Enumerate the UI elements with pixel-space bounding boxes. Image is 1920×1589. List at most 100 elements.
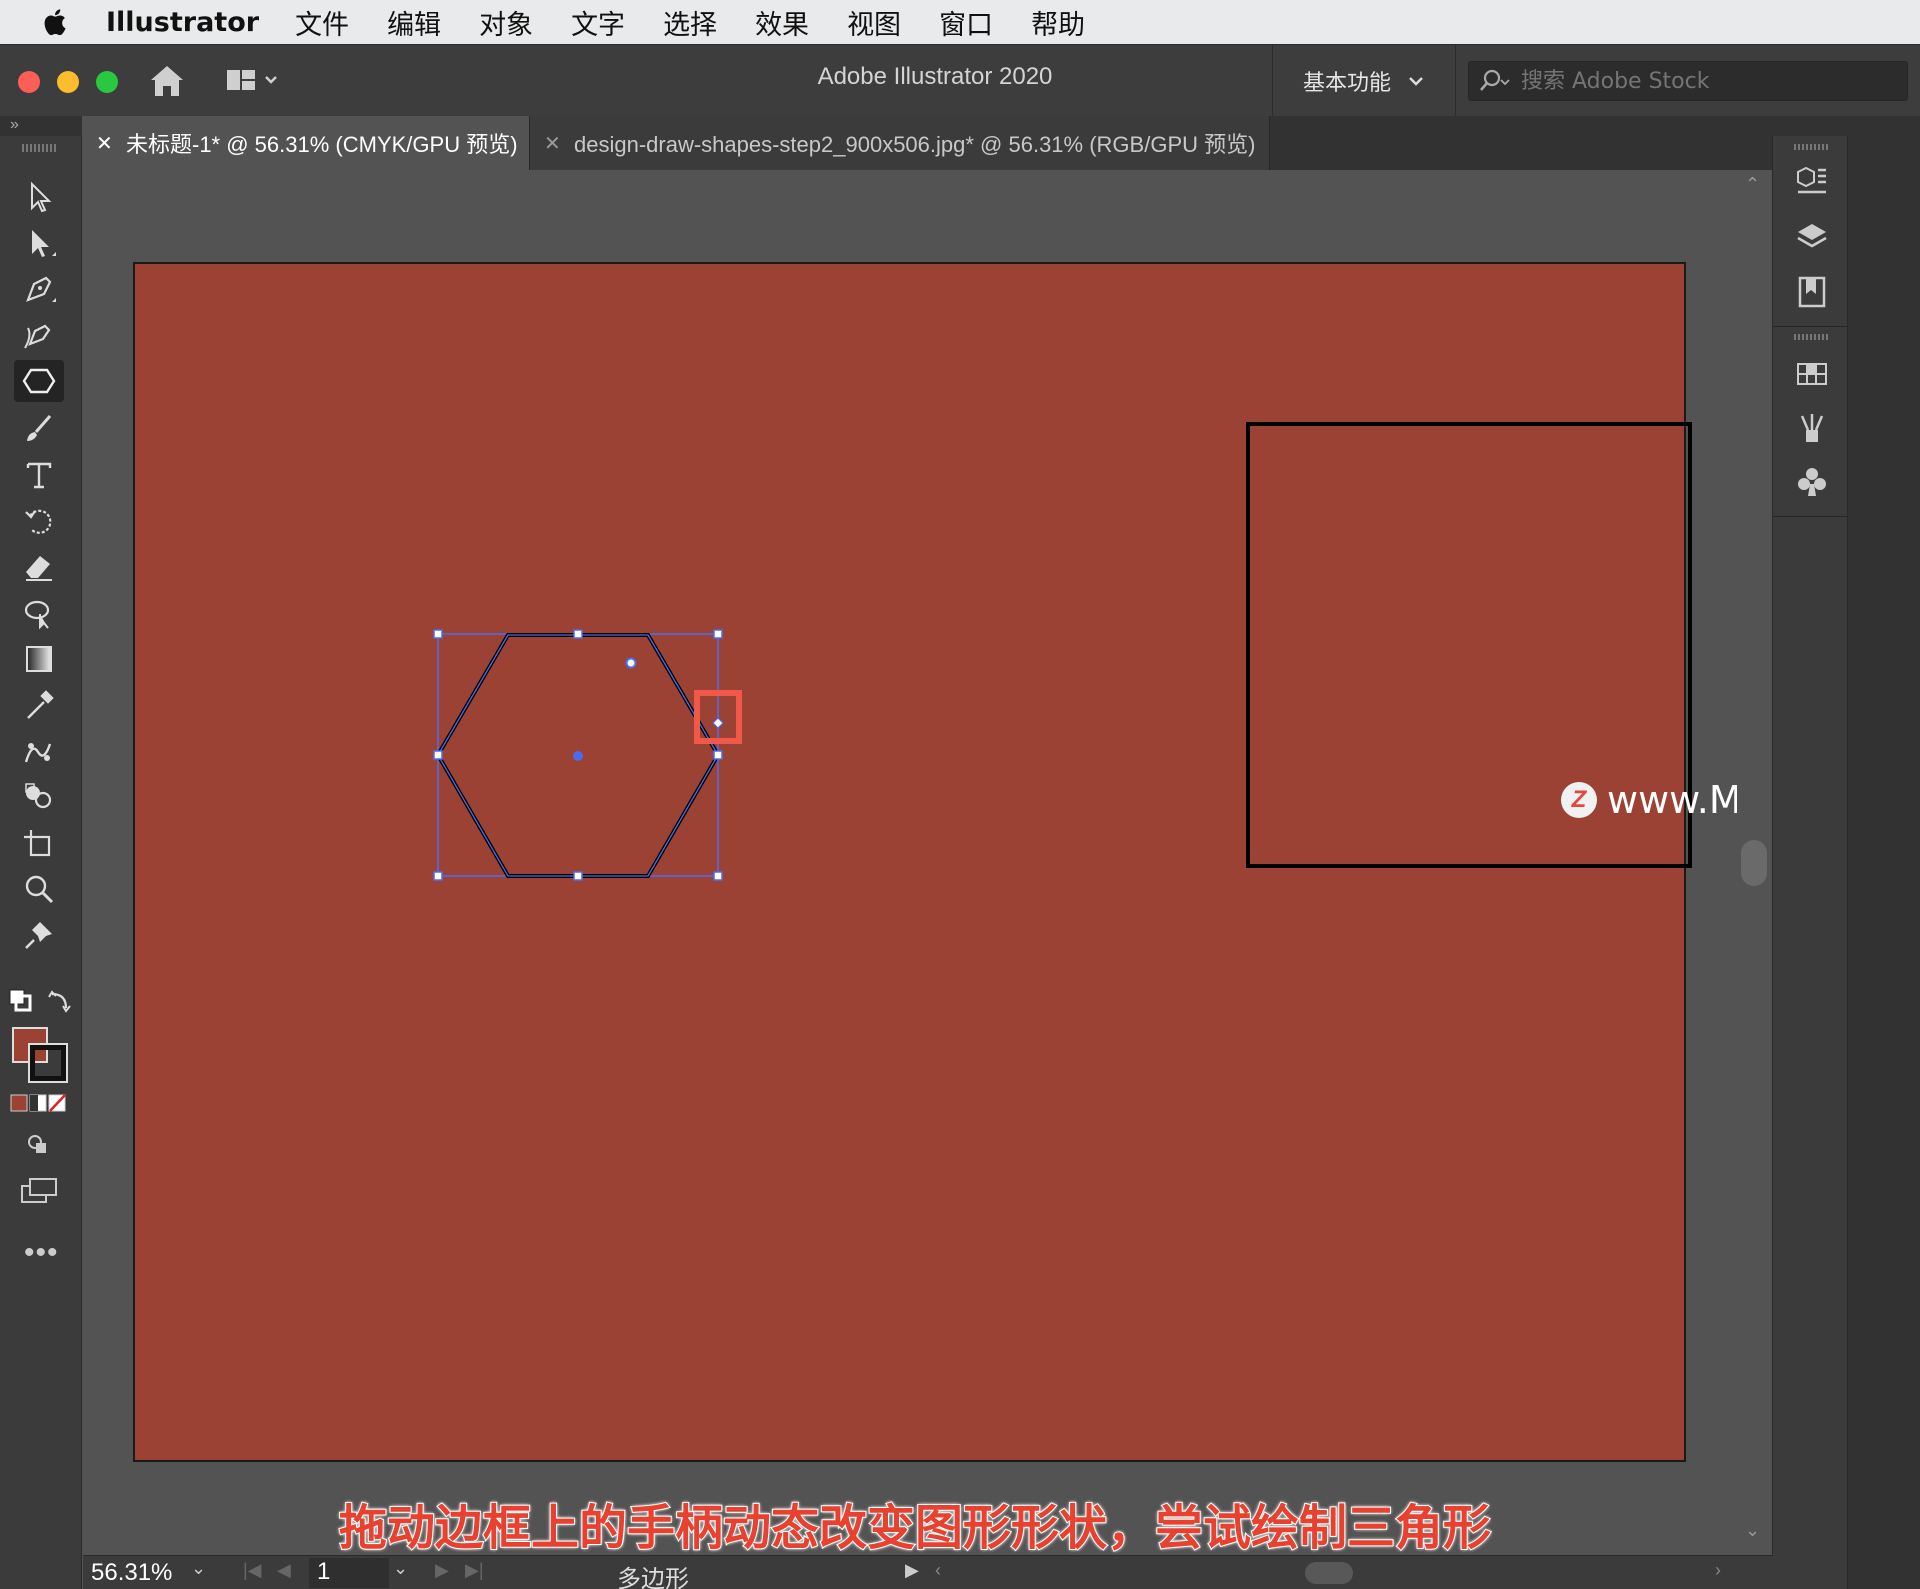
- color-mode-buttons[interactable]: [10, 1094, 66, 1112]
- curvature-pen-icon: [24, 324, 51, 349]
- shape-builder-tool[interactable]: [14, 776, 64, 818]
- scroll-up-icon[interactable]: ⌃: [1745, 174, 1760, 195]
- menu-effect[interactable]: 效果: [755, 3, 809, 42]
- close-tab-icon[interactable]: ✕: [96, 131, 126, 156]
- illustrator-window: Illustrator 文件 编辑 对象 文字 选择 效果 视图 窗口 帮助 A…: [0, 0, 1920, 1589]
- selection-tool[interactable]: [14, 176, 64, 218]
- apple-icon[interactable]: [40, 7, 68, 37]
- artboard-icon: [24, 830, 51, 857]
- zoom-dropdown-icon[interactable]: ⌄: [191, 1558, 219, 1588]
- first-artboard-icon[interactable]: |◀: [243, 1560, 262, 1581]
- handle-bottom-left[interactable]: [433, 871, 443, 881]
- eyedropper-tool[interactable]: [14, 684, 64, 726]
- draw-mode-icon[interactable]: [24, 1130, 52, 1158]
- vertical-scroll-thumb[interactable]: [1741, 840, 1767, 886]
- symbols-club-icon[interactable]: [1792, 462, 1832, 502]
- workspace-switcher[interactable]: 基本功能: [1272, 45, 1457, 117]
- stroke-color-swatch[interactable]: [28, 1043, 68, 1083]
- handle-bottom-middle[interactable]: [573, 871, 583, 881]
- screen-mode-icon[interactable]: [20, 1176, 58, 1206]
- swap-fill-stroke-icon[interactable]: [46, 988, 72, 1014]
- rotate-tool[interactable]: [14, 500, 64, 542]
- eraser-tool[interactable]: [14, 546, 64, 588]
- handle-top-middle[interactable]: [573, 629, 583, 639]
- menu-object[interactable]: 对象: [479, 3, 533, 42]
- swatches-icon[interactable]: [1792, 354, 1832, 394]
- tab-label: 未标题-1* @ 56.31% (CMYK/GPU 预览): [126, 132, 518, 157]
- menu-window[interactable]: 窗口: [939, 3, 993, 42]
- macz-logo-icon: Z: [1561, 782, 1597, 818]
- tutorial-caption: 拖动边框上的手柄动态改变图形形状，尝试绘制三角形: [338, 1499, 1492, 1555]
- menu-type[interactable]: 文字: [571, 3, 625, 42]
- blend-tool[interactable]: [14, 730, 64, 772]
- previous-artboard-icon[interactable]: ◀: [277, 1560, 291, 1581]
- menu-view[interactable]: 视图: [847, 3, 901, 42]
- blend-icon: [24, 743, 52, 763]
- paintbrush-tool[interactable]: [14, 408, 64, 450]
- scroll-left-icon[interactable]: ‹: [935, 1560, 941, 1581]
- handle-middle-left[interactable]: [433, 750, 443, 760]
- menu-app-name[interactable]: Illustrator: [106, 7, 259, 38]
- selection-arrow-icon: [31, 181, 52, 213]
- next-artboard-icon[interactable]: ▶: [435, 1560, 449, 1581]
- puppet-warp-tool[interactable]: [14, 592, 64, 634]
- brushes-icon[interactable]: [1792, 408, 1832, 448]
- polygon-sides-widget[interactable]: [712, 717, 724, 729]
- window-titlebar: Adobe Illustrator 2020 基本功能: [0, 44, 1920, 117]
- tab-design-draw-shapes[interactable]: ✕ design-draw-shapes-step2_900x506.jpg* …: [530, 116, 1270, 170]
- tab-untitled-1[interactable]: ✕ 未标题-1* @ 56.31% (CMYK/GPU 预览): [82, 116, 530, 170]
- center-point: [573, 751, 583, 761]
- close-tab-icon[interactable]: ✕: [544, 131, 574, 156]
- tab-label: design-draw-shapes-step2_900x506.jpg* @ …: [574, 132, 1256, 157]
- menu-edit[interactable]: 编辑: [387, 3, 441, 42]
- zoom-level[interactable]: 56.31%: [91, 1559, 191, 1587]
- pin-tool[interactable]: [14, 914, 64, 956]
- zoom-tool[interactable]: [14, 868, 64, 910]
- handle-top-right[interactable]: [713, 629, 723, 639]
- handle-middle-right[interactable]: [713, 750, 723, 760]
- layers-icon[interactable]: [1792, 218, 1832, 258]
- polygon-tool[interactable]: [14, 360, 64, 402]
- menu-bar: Illustrator 文件 编辑 对象 文字 选择 效果 视图 窗口 帮助: [0, 0, 1920, 44]
- vertical-scrollbar[interactable]: ⌃ ⌄: [1737, 170, 1773, 1555]
- dock-grip[interactable]: [1794, 334, 1830, 340]
- handle-bottom-right[interactable]: [713, 871, 723, 881]
- artboard-number-field[interactable]: 1: [309, 1558, 389, 1588]
- gradient-tool[interactable]: [14, 638, 64, 680]
- curvature-tool[interactable]: [14, 314, 64, 356]
- libraries-icon[interactable]: [1792, 272, 1832, 312]
- canvas[interactable]: Z www.MacZ.com 拖动边框上的手柄动态改变图形形状，尝试绘制三角形: [83, 170, 1773, 1555]
- scroll-right-icon[interactable]: ›: [1715, 1560, 1721, 1581]
- current-tool-label: 多边形: [617, 1566, 689, 1589]
- pen-tool[interactable]: [14, 268, 64, 310]
- stock-search-input[interactable]: [1521, 68, 1901, 94]
- type-tool[interactable]: [14, 454, 64, 496]
- dock-grip[interactable]: [1794, 144, 1830, 150]
- tools-panel: •••: [0, 136, 82, 1589]
- status-bar: 56.31% ⌄ |◀ ◀ 1 ⌄ ▶ ▶| 多边形 ▶ ‹ ›: [83, 1555, 1773, 1589]
- toolbar-grip[interactable]: [22, 144, 58, 152]
- selection-overlay: [433, 629, 742, 881]
- menu-select[interactable]: 选择: [663, 3, 717, 42]
- horizontal-scroll-thumb[interactable]: [1305, 1562, 1353, 1584]
- more-tools-icon[interactable]: •••: [24, 1236, 59, 1270]
- status-menu-icon[interactable]: ▶: [905, 1560, 919, 1581]
- properties-icon[interactable]: [1792, 162, 1832, 202]
- paintbrush-icon: [27, 415, 52, 441]
- adobe-stock-search[interactable]: [1468, 61, 1908, 101]
- document-tabbar: » « ✕ 未标题-1* @ 56.31% (CMYK/GPU 预览) ✕ de…: [0, 116, 1920, 170]
- dock-separator: [1773, 516, 1848, 517]
- default-fill-stroke-icon[interactable]: [8, 988, 34, 1014]
- rotate-handle[interactable]: [625, 657, 637, 669]
- direct-selection-tool[interactable]: [14, 222, 64, 264]
- scroll-down-icon[interactable]: ⌄: [1745, 1520, 1760, 1541]
- expand-toolbar-icon[interactable]: »: [10, 116, 19, 134]
- menu-help[interactable]: 帮助: [1031, 3, 1085, 42]
- artboard-tool[interactable]: [14, 822, 64, 864]
- handle-top-left[interactable]: [433, 629, 443, 639]
- eyedropper-icon: [27, 690, 54, 719]
- pushpin-icon: [25, 922, 52, 949]
- hexagon-icon: [22, 368, 56, 394]
- menu-file[interactable]: 文件: [295, 3, 349, 42]
- artboard-dropdown-icon[interactable]: ⌄: [393, 1558, 421, 1588]
